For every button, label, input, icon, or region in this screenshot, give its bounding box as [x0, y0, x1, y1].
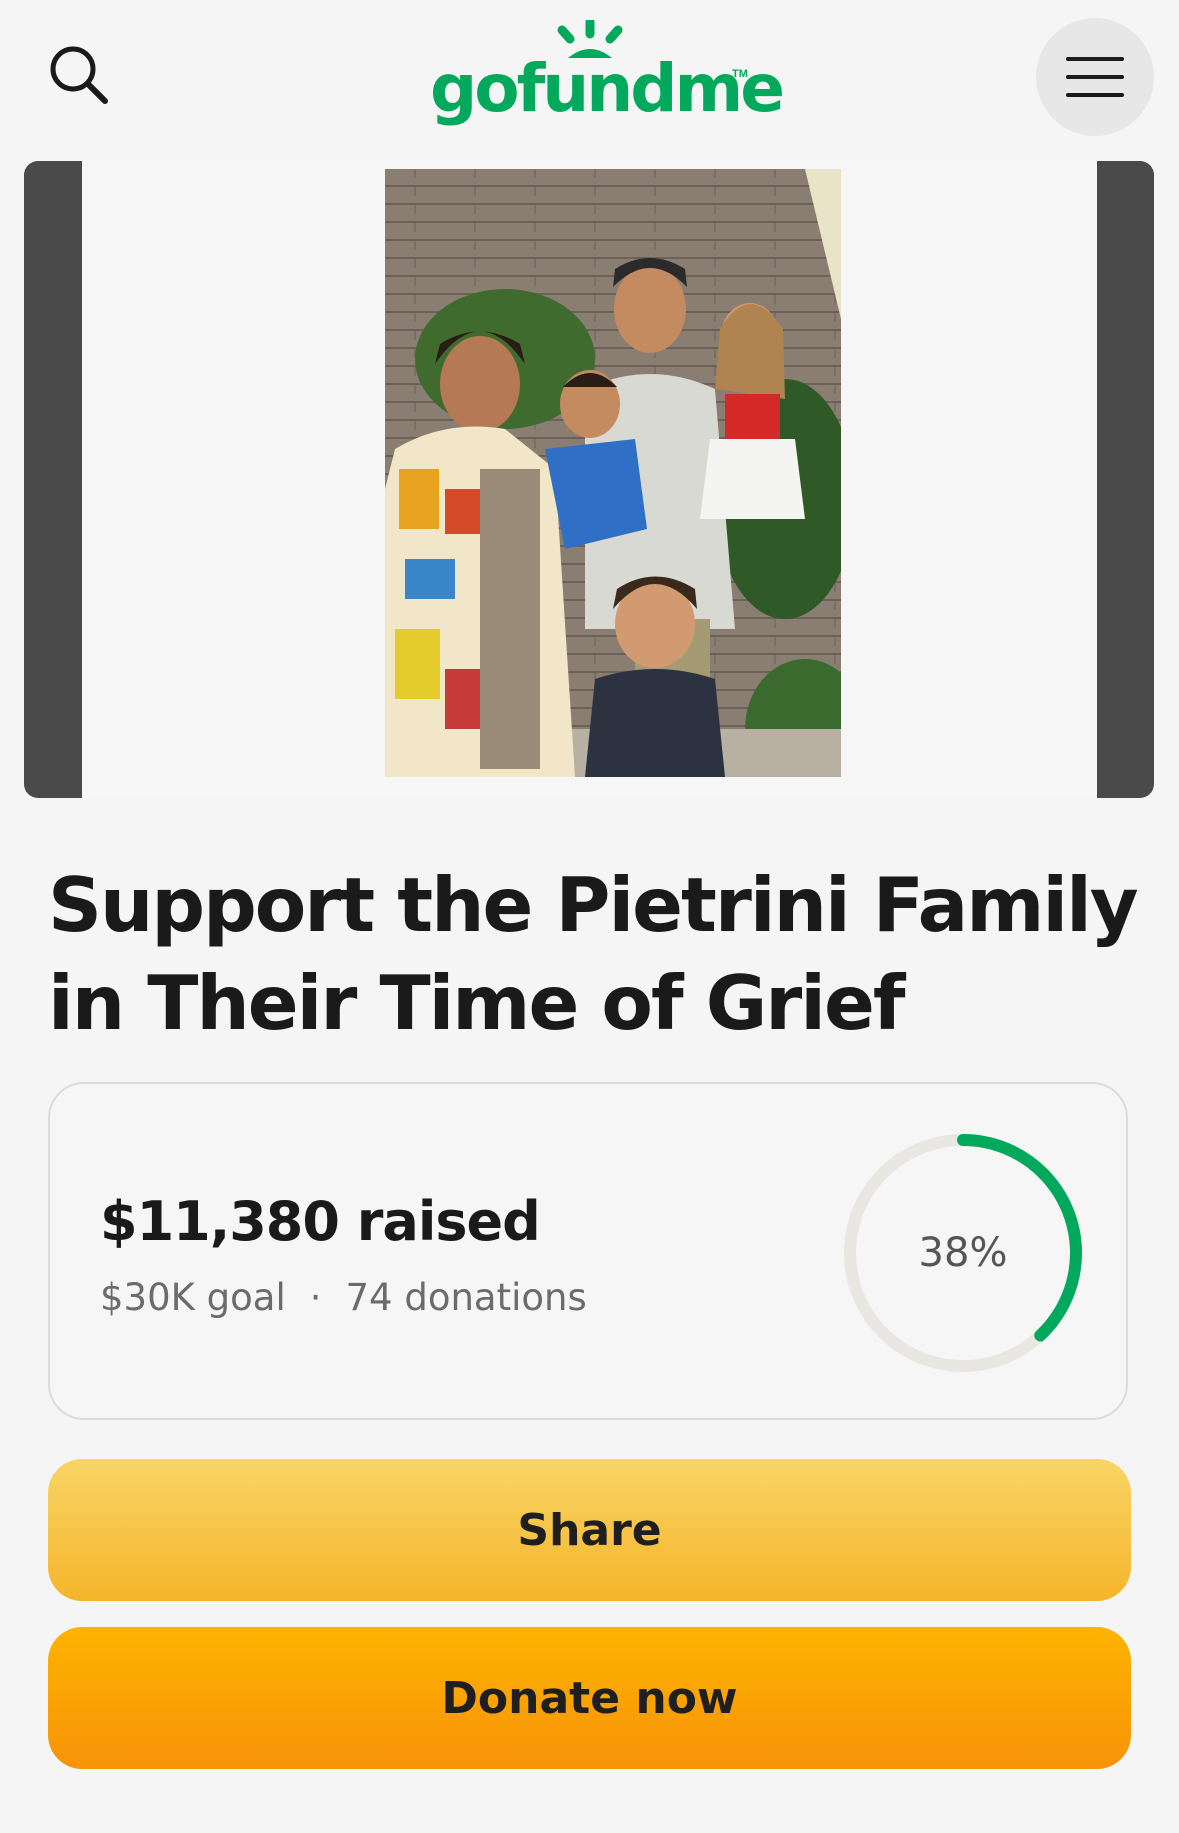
campaign-title: Support the Pietrini Family in Their Tim…	[48, 861, 1139, 1047]
hamburger-menu-icon	[1066, 57, 1124, 97]
donation-progress-card: $11,380 raised $30K goal · 74 donations 38…	[48, 1082, 1128, 1420]
progress-ring: 38%	[840, 1130, 1086, 1376]
amount-raised: $11,380 raised	[100, 1190, 541, 1253]
donate-now-button[interactable]: Donate now	[48, 1627, 1131, 1769]
campaign-hero-media[interactable]	[24, 161, 1154, 798]
logo-trademark: TM	[732, 68, 748, 80]
family-photo	[385, 169, 841, 777]
goal-amount: $30K goal	[100, 1276, 286, 1319]
goal-and-donations: $30K goal · 74 donations	[100, 1276, 587, 1319]
logo-wordmark: gofundme	[430, 50, 785, 127]
separator-dot: ·	[309, 1276, 322, 1319]
share-button[interactable]: Share	[48, 1459, 1131, 1601]
donation-count: 74 donations	[345, 1276, 587, 1319]
top-header: gofundme TM	[0, 0, 1179, 160]
hero-image-frame	[82, 161, 1097, 798]
search-icon	[50, 46, 108, 104]
menu-button[interactable]	[1036, 18, 1154, 136]
campaign-page: gofundme TM Support the Pietrini Family …	[0, 0, 1179, 1833]
family-photo-illustration	[385, 169, 841, 777]
search-button[interactable]	[40, 36, 120, 116]
progress-percent: 38%	[918, 1230, 1008, 1276]
gofundme-logo[interactable]: gofundme TM	[430, 20, 785, 140]
